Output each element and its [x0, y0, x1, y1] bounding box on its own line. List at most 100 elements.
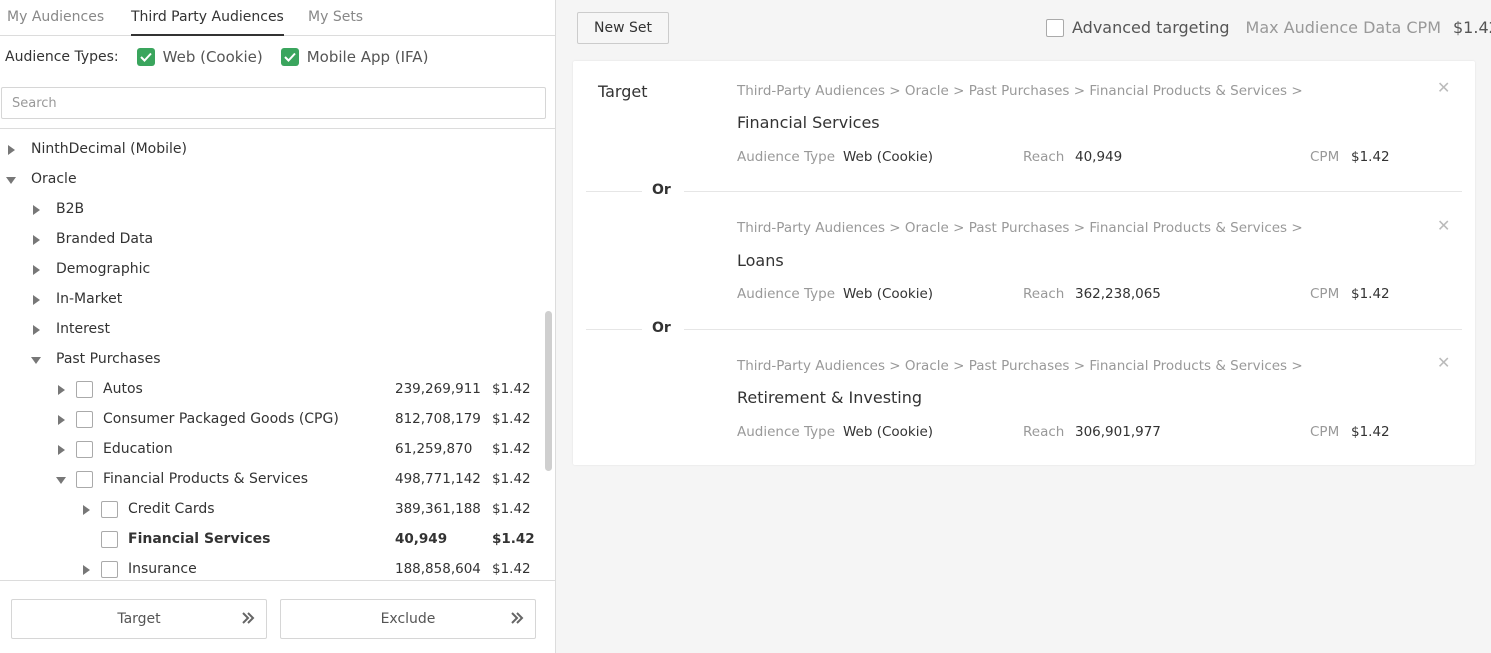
cpm-value: $1.42	[492, 441, 531, 457]
entry-breadcrumb: Third-Party Audiences > Oracle > Past Pu…	[737, 220, 1303, 236]
reach-key: Reach	[1023, 149, 1065, 165]
audience-type-value: Web (Cookie)	[843, 149, 934, 165]
tree-item-education[interactable]: Education 61,259,870 $1.42	[0, 435, 545, 465]
tab-my-sets[interactable]: My Sets	[308, 0, 363, 36]
advanced-targeting-checkbox[interactable]	[1046, 18, 1064, 37]
close-icon[interactable]: ✕	[1437, 78, 1450, 97]
tree-item-label: Education	[103, 441, 173, 457]
expand-arrow-icon[interactable]	[58, 415, 65, 425]
reach-value: 40,949	[1075, 149, 1123, 165]
tree-item-label: NinthDecimal (Mobile)	[31, 141, 187, 157]
new-set-button[interactable]: New Set	[577, 12, 669, 44]
financial-services-checkbox[interactable]	[101, 531, 118, 548]
target-button-label: Target	[117, 611, 161, 627]
tree-item-label: B2B	[56, 201, 85, 217]
target-entry: Third-Party Audiences > Oracle > Past Pu…	[573, 198, 1475, 328]
collapse-arrow-icon[interactable]	[31, 357, 41, 364]
expand-arrow-icon[interactable]	[33, 295, 40, 305]
cpm-value: $1.42	[492, 471, 531, 487]
education-checkbox[interactable]	[76, 441, 93, 458]
audience-types-filter: Audience Types: Web (Cookie) Mobile App …	[5, 44, 446, 70]
audience-types-label: Audience Types:	[5, 49, 119, 65]
web-cookie-checkbox[interactable]: Web (Cookie)	[136, 48, 263, 66]
advanced-targeting-label: Advanced targeting	[1072, 18, 1230, 37]
reach-value: 389,361,188	[395, 501, 481, 517]
tree-item-in-market[interactable]: In-Market	[0, 285, 545, 315]
cpm-key: CPM	[1310, 149, 1340, 165]
expand-arrow-icon[interactable]	[83, 505, 90, 515]
financial-products-checkbox[interactable]	[76, 471, 93, 488]
audience-type-value: Web (Cookie)	[843, 286, 934, 302]
reach-value: 812,708,179	[395, 411, 481, 427]
tree-item-oracle[interactable]: Oracle	[0, 165, 545, 195]
expand-arrow-icon[interactable]	[33, 235, 40, 245]
expand-arrow-icon[interactable]	[8, 145, 15, 155]
tree-item-b2b[interactable]: B2B	[0, 195, 545, 225]
target-button[interactable]: Target	[11, 599, 267, 639]
reach-key: Reach	[1023, 286, 1065, 302]
mobile-app-checkbox[interactable]: Mobile App (IFA)	[280, 48, 429, 66]
expand-arrow-icon[interactable]	[58, 385, 65, 395]
expand-arrow-icon[interactable]	[33, 325, 40, 335]
expand-arrow-icon[interactable]	[33, 205, 40, 215]
or-divider: Or	[586, 182, 1462, 198]
reach-value: 362,238,065	[1075, 286, 1161, 302]
expand-arrow-icon[interactable]	[83, 565, 90, 575]
search-input[interactable]	[1, 87, 546, 119]
collapse-arrow-icon[interactable]	[56, 477, 66, 484]
reach-value: 188,858,604	[395, 561, 481, 577]
audience-type-key: Audience Type	[737, 424, 836, 440]
cpm-key: CPM	[1310, 424, 1340, 440]
autos-checkbox[interactable]	[76, 381, 93, 398]
audience-tree: NinthDecimal (Mobile) Oracle B2B Branded…	[0, 128, 555, 580]
mobile-app-label: Mobile App (IFA)	[306, 48, 429, 66]
tree-item-interest[interactable]: Interest	[0, 315, 545, 345]
close-icon[interactable]: ✕	[1437, 216, 1450, 235]
tree-item-cpg[interactable]: Consumer Packaged Goods (CPG) 812,708,17…	[0, 405, 545, 435]
exclude-button-label: Exclude	[380, 611, 436, 627]
double-chevron-right-icon	[240, 610, 256, 630]
cpm-key: CPM	[1310, 286, 1340, 302]
tree-item-past-purchases[interactable]: Past Purchases	[0, 345, 545, 375]
tree-item-branded-data[interactable]: Branded Data	[0, 225, 545, 255]
tree-item-financial-products-services[interactable]: Financial Products & Services 498,771,14…	[0, 465, 545, 495]
cpm-value: $1.42	[1351, 424, 1390, 440]
expand-arrow-icon[interactable]	[33, 265, 40, 275]
entry-name: Financial Services	[737, 113, 880, 132]
audience-browser-panel: My Audiences Third Party Audiences My Se…	[0, 0, 556, 653]
check-icon	[136, 48, 155, 66]
insurance-checkbox[interactable]	[101, 561, 118, 578]
exclude-button[interactable]: Exclude	[280, 599, 536, 639]
tab-my-audiences[interactable]: My Audiences	[7, 0, 104, 36]
target-entry: Third-Party Audiences > Oracle > Past Pu…	[573, 336, 1475, 466]
tree-item-label: Financial Services	[128, 531, 271, 547]
or-divider: Or	[586, 320, 1462, 336]
cpm-value: $1.42	[492, 411, 531, 427]
credit-cards-checkbox[interactable]	[101, 501, 118, 518]
advanced-targeting-bar: Advanced targeting Max Audience Data CPM…	[1046, 18, 1491, 37]
collapse-arrow-icon[interactable]	[6, 177, 16, 184]
tree-item-financial-services[interactable]: Financial Services 40,949 $1.42	[0, 525, 545, 555]
tree-item-autos[interactable]: Autos 239,269,911 $1.42	[0, 375, 545, 405]
tree-item-label: Oracle	[31, 171, 77, 187]
tree-item-insurance[interactable]: Insurance 188,858,604 $1.42	[0, 555, 545, 580]
tree-item-label: Financial Products & Services	[103, 471, 309, 487]
entry-breadcrumb: Third-Party Audiences > Oracle > Past Pu…	[737, 358, 1303, 374]
tree-item-credit-cards[interactable]: Credit Cards 389,361,188 $1.42	[0, 495, 545, 525]
max-cpm-label: Max Audience Data CPM	[1245, 18, 1441, 37]
targeting-panel: New Set Advanced targeting Max Audience …	[556, 0, 1491, 653]
tree-scrollbar[interactable]	[545, 311, 552, 471]
expand-arrow-icon[interactable]	[58, 445, 65, 455]
entry-name: Loans	[737, 251, 784, 270]
audience-type-key: Audience Type	[737, 149, 836, 165]
tree-item-label: Consumer Packaged Goods (CPG)	[103, 411, 339, 427]
tree-item-ninthdecimal[interactable]: NinthDecimal (Mobile)	[0, 135, 545, 165]
tree-item-demographic[interactable]: Demographic	[0, 255, 545, 285]
audience-type-value: Web (Cookie)	[843, 424, 934, 440]
check-icon	[280, 48, 299, 66]
cpg-checkbox[interactable]	[76, 411, 93, 428]
tab-third-party-audiences[interactable]: Third Party Audiences	[131, 0, 284, 36]
reach-value: 498,771,142	[395, 471, 481, 487]
close-icon[interactable]: ✕	[1437, 353, 1450, 372]
target-entry: Third-Party Audiences > Oracle > Past Pu…	[573, 61, 1475, 191]
